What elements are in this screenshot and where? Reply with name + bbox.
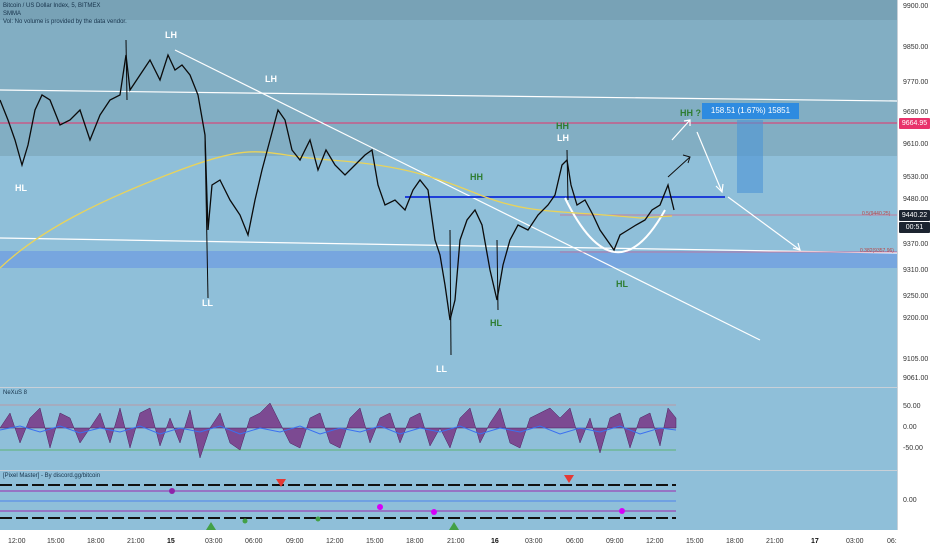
- xtick: 15:00: [686, 538, 704, 545]
- label-hh-top: HH: [556, 121, 569, 131]
- marker-green-1: [206, 522, 216, 530]
- fib-label-05: 0.5(9440.25): [862, 211, 891, 217]
- ytick: 9105.00: [903, 356, 929, 363]
- label-ll-2: LL: [436, 364, 447, 374]
- label-lh-3: LH: [557, 133, 569, 143]
- volume-legend: Vol: No volume is provided by the data v…: [3, 19, 127, 25]
- xtick: 15:00: [47, 538, 65, 545]
- symbol-title[interactable]: Bitcoin / US Dollar Index, 5, BITMEX: [3, 2, 127, 10]
- descending-trendline: [174, 49, 761, 341]
- ytick: 9480.00: [903, 196, 929, 203]
- xtick: 12:00: [646, 538, 664, 545]
- xtick: 18:00: [726, 538, 744, 545]
- measurement-box: [737, 120, 763, 193]
- xtick: 06:00: [245, 538, 263, 545]
- nexus-drawing: [0, 402, 677, 459]
- ytick: 9690.00: [903, 109, 929, 116]
- pixel-master-title[interactable]: [Pixel Master] - By discord.gg/bitcoin: [3, 473, 100, 479]
- xtick: 21:00: [127, 538, 145, 545]
- xtick: 03:00: [846, 538, 864, 545]
- osc1-tick: 0.00: [903, 424, 917, 431]
- chart-legend: Bitcoin / US Dollar Index, 5, BITMEX SMM…: [3, 2, 127, 26]
- fib-label-0382: 0.382(9357.96): [860, 248, 894, 254]
- nexus-title[interactable]: NeXuS 8: [3, 390, 27, 396]
- xtick: 15:00: [366, 538, 384, 545]
- label-hl-green-1: HL: [490, 318, 502, 328]
- cup-pattern-arc: [564, 197, 666, 253]
- price-axis[interactable]: 9900.00 9850.00 9770.00 9690.00 9610.00 …: [897, 0, 932, 530]
- xtick-day: 15: [167, 538, 175, 545]
- xtick: 18:00: [87, 538, 105, 545]
- lower-white-line: [0, 237, 897, 254]
- osc1-tick: 50.00: [903, 403, 921, 410]
- nexus-oscillator-pane[interactable]: NeXuS 8: [0, 388, 897, 470]
- ytick: 9310.00: [903, 267, 929, 274]
- xtick: 06:: [887, 538, 897, 545]
- time-axis[interactable]: 12:00 15:00 18:00 21:00 15 03:00 06:00 0…: [0, 530, 932, 550]
- pixel-master-drawing: [0, 475, 676, 530]
- arrow-down-white: [696, 131, 723, 193]
- label-lh-2: LH: [265, 74, 277, 84]
- xtick: 21:00: [766, 538, 784, 545]
- upper-white-line: [0, 89, 897, 102]
- price-drawing-layer: [0, 39, 897, 356]
- ytick: 9250.00: [903, 293, 929, 300]
- price-tag-current: 9440.22: [899, 210, 930, 221]
- xtick-day: 17: [811, 538, 819, 545]
- ytick: 9850.00: [903, 44, 929, 51]
- xtick: 12:00: [326, 538, 344, 545]
- marker-green-2: [449, 522, 459, 530]
- xtick: 21:00: [447, 538, 465, 545]
- countdown-tag: 00:51: [899, 222, 930, 233]
- arrow-up-black: [667, 156, 691, 178]
- arrow-down-white-2: [727, 196, 801, 251]
- marker-red-2: [564, 475, 574, 483]
- xtick: 03:00: [525, 538, 543, 545]
- label-hh-green: HH: [470, 172, 483, 182]
- ytick: 9900.00: [903, 3, 929, 10]
- xtick: 12:00: [8, 538, 26, 545]
- label-lh-1: LH: [165, 30, 177, 40]
- ytick: 9061.00: [903, 375, 929, 382]
- price-chart-pane[interactable]: Bitcoin / US Dollar Index, 5, BITMEX SMM…: [0, 0, 897, 387]
- label-ll-1: LL: [202, 298, 213, 308]
- xtick-day: 16: [491, 538, 499, 545]
- smma-legend[interactable]: SMMA: [3, 10, 127, 18]
- pixel-master-pane[interactable]: [Pixel Master] - By discord.gg/bitcoin: [0, 471, 897, 530]
- osc1-tick: -50.00: [903, 445, 923, 452]
- price-candles: [0, 53, 675, 321]
- price-range-measure[interactable]: 158.51 (1.67%) 15851: [702, 103, 799, 119]
- ytick: 9610.00: [903, 141, 929, 148]
- ytick: 9200.00: [903, 315, 929, 322]
- xtick: 18:00: [406, 538, 424, 545]
- ytick: 9770.00: [903, 79, 929, 86]
- xtick: 09:00: [606, 538, 624, 545]
- label-hh-question: HH ?: [680, 108, 701, 118]
- ytick: 9530.00: [903, 174, 929, 181]
- price-tag-red: 9664.95: [899, 118, 930, 129]
- ytick: 9370.00: [903, 241, 929, 248]
- label-hl-1: HL: [15, 183, 27, 193]
- xtick: 03:00: [205, 538, 223, 545]
- label-hl-green-2: HL: [616, 279, 628, 289]
- xtick: 09:00: [286, 538, 304, 545]
- osc2-tick: 0.00: [903, 497, 917, 504]
- xtick: 06:00: [566, 538, 584, 545]
